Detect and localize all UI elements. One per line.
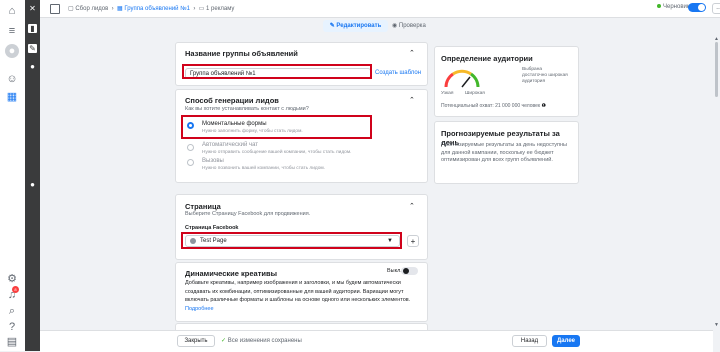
audience-title: Определение аудитории <box>441 54 533 63</box>
report-icon[interactable]: ▤ <box>5 335 19 349</box>
breadcrumb-adset[interactable]: Группа объявлений №1 <box>124 6 190 12</box>
eye-icon: ◉ <box>392 23 399 29</box>
learn-more-link[interactable]: Подробнее <box>185 306 214 312</box>
gauge-desc: Выбрана достаточно широкая аудитория <box>522 67 568 84</box>
radio-auto-chat[interactable] <box>187 144 194 151</box>
save-status: ✓ Все изменения сохранены <box>221 338 302 344</box>
radio-calls[interactable] <box>187 159 194 166</box>
option-label: Автоматический чат <box>202 142 259 148</box>
close-icon[interactable]: ✕ <box>28 4 37 13</box>
dynamic-title: Динамические креативы <box>185 269 278 278</box>
adset-name-title: Название группы объявлений <box>185 49 298 58</box>
status-badge: Черновик <box>657 4 690 10</box>
option-desc: Нужно отправить сообщение вашей компании… <box>202 150 352 155</box>
menu-icon[interactable]: ≡ <box>5 24 19 38</box>
help-icon[interactable]: ? <box>5 320 19 334</box>
check-icon: ✓ <box>221 338 228 344</box>
page-title: Страница <box>185 202 221 211</box>
global-nav: ⌂ ≡ ● ☺ ▦ ⚙ ♫ 8 ⌕ ? ▤ <box>0 0 26 351</box>
active-toggle[interactable] <box>688 3 706 12</box>
breadcrumb-bar: ▢ Сбор лидов › ▦ Группа объявлений №1 › … <box>40 0 720 18</box>
option-desc: Нужно позвонить вашей компании, чтобы ст… <box>202 166 325 171</box>
avatar[interactable]: ● <box>5 44 19 58</box>
chevron-up-icon[interactable]: ⌃ <box>409 202 415 210</box>
more-button[interactable]: ... <box>712 3 720 14</box>
forecast-card: Прогнозируемые результаты за день Прогно… <box>434 121 579 184</box>
footer-bar: Закрыть ✓ Все изменения сохранены Назад … <box>40 330 713 352</box>
smiley-icon[interactable]: ☺ <box>5 72 19 86</box>
info-icon[interactable]: ❶ <box>541 103 545 109</box>
gauge-right-label: Широкая <box>465 91 485 96</box>
status-dot-icon <box>657 4 661 9</box>
campaign-icon[interactable]: ▮ <box>28 24 37 33</box>
lead-method-title: Способ генерации лидов <box>185 96 279 105</box>
settings-icon[interactable]: ⚙ <box>5 272 19 286</box>
notification-badge: 8 <box>12 286 19 293</box>
gauge-left-label: Узкая <box>441 91 454 96</box>
forecast-desc: Прогнозируемые результаты за день недост… <box>441 142 567 163</box>
next-button[interactable]: Далее <box>552 335 580 347</box>
scroll-down-icon[interactable]: ▼ <box>714 322 719 328</box>
ad-dot-icon[interactable]: ● <box>28 180 37 189</box>
add-page-button[interactable]: + <box>407 235 419 247</box>
search-icon[interactable]: ⌕ <box>5 304 19 318</box>
folder-icon: ▢ <box>68 6 74 12</box>
editor-rail: ✕ ▮ ✎ ● ● <box>25 0 40 351</box>
ad-icon: ▭ <box>198 6 205 12</box>
highlight-box <box>182 64 372 79</box>
scrollbar-thumb[interactable] <box>715 42 718 97</box>
review-mode-button[interactable]: ◉ Проверка <box>392 20 426 32</box>
page-card: Страница Выберите Страницу Facebook для … <box>175 194 428 260</box>
chevron-up-icon[interactable]: ⌃ <box>409 49 415 57</box>
ads-manager-icon[interactable]: ▦ <box>5 90 19 104</box>
page-field-label: Страница Facebook <box>185 225 239 231</box>
breadcrumb: ▢ Сбор лидов › ▦ Группа объявлений №1 › … <box>68 5 234 12</box>
close-button[interactable]: Закрыть <box>177 335 215 347</box>
edit-mode-button[interactable]: ✎ Редактировать <box>323 20 388 32</box>
highlight-box <box>181 115 372 139</box>
grid-icon: ▦ <box>117 6 123 12</box>
option-label: Вызовы <box>202 158 224 164</box>
audience-card: Определение аудитории Узкая Широкая Выбр… <box>434 46 579 117</box>
page-subtitle: Выберите Страницу Facebook для продвижен… <box>185 211 311 217</box>
panel-toggle-icon[interactable] <box>50 4 60 14</box>
chevron-right-icon: › <box>110 6 116 12</box>
adset-dot-icon[interactable]: ● <box>28 62 37 71</box>
dynamic-toggle-label: Выкл. <box>387 268 402 274</box>
lead-method-subtitle: Как вы хотите устанавливать контакт с лю… <box>185 106 309 112</box>
breadcrumb-ad[interactable]: 1 рекламу <box>206 6 234 12</box>
dynamic-toggle[interactable] <box>401 267 418 275</box>
chevron-right-icon: › <box>191 6 197 12</box>
mode-bar: ✎ Редактировать ◉ Проверка <box>40 17 720 35</box>
home-icon[interactable]: ⌂ <box>5 4 19 18</box>
back-button[interactable]: Назад <box>512 335 547 347</box>
dynamic-desc: Добавьте креативы, например изображения … <box>185 280 411 312</box>
create-template-link[interactable]: Создать шаблон <box>375 70 421 76</box>
chevron-up-icon[interactable]: ⌃ <box>409 96 415 104</box>
pencil-icon[interactable]: ✎ <box>28 44 37 53</box>
dynamic-creative-card: Динамические креативы Выкл. Добавьте кре… <box>175 262 428 322</box>
scroll-up-icon[interactable]: ▲ <box>714 36 719 42</box>
breadcrumb-campaign[interactable]: Сбор лидов <box>75 6 108 12</box>
highlight-box <box>181 232 402 249</box>
notifications-icon[interactable]: ♫ 8 <box>5 286 19 302</box>
potential-reach: Потенциальный охват: 21 000 000 человек … <box>441 103 546 109</box>
audience-gauge-icon <box>444 69 480 88</box>
